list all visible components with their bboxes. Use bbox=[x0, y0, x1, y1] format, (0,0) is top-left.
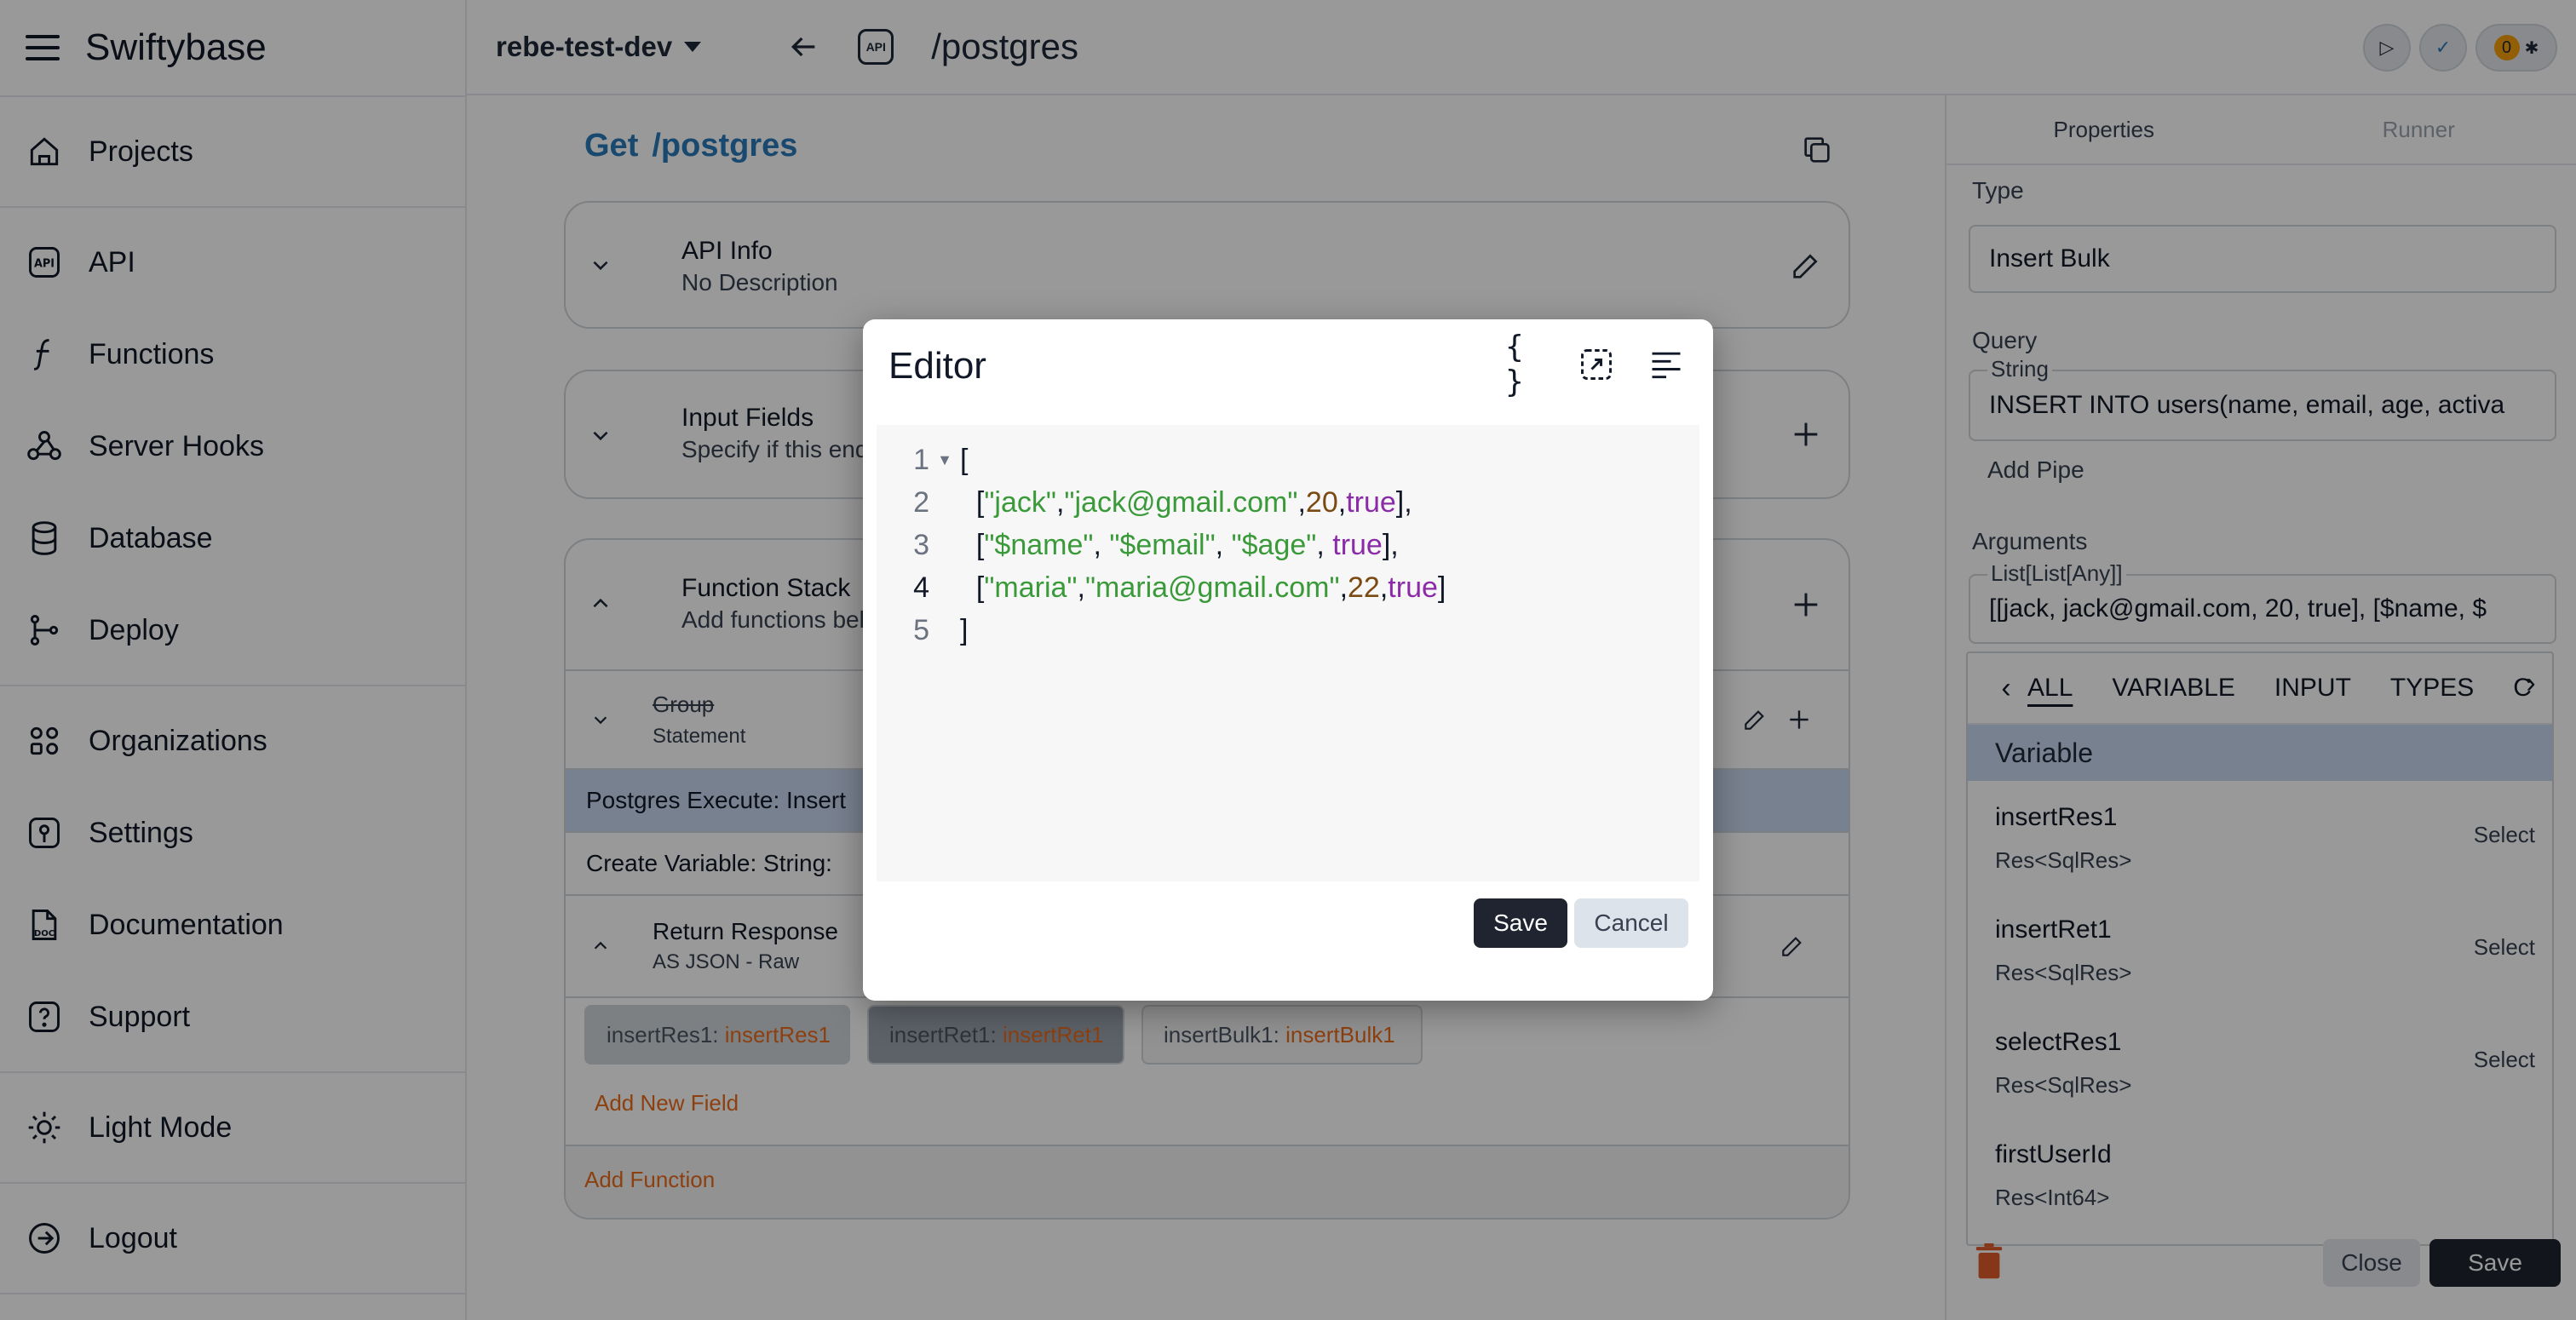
code-line: 5] bbox=[877, 609, 1699, 651]
fold-icon[interactable]: ▼ bbox=[929, 451, 960, 469]
line-number: 2 bbox=[913, 485, 929, 519]
braces-icon[interactable]: { } bbox=[1505, 330, 1548, 399]
code-text: ] bbox=[960, 613, 969, 646]
code-editor[interactable]: 1 ▼[ 2 ["jack","jack@gmail.com",20,true],… bbox=[877, 425, 1699, 881]
code-line: 2 ["jack","jack@gmail.com",20,true], bbox=[877, 481, 1699, 524]
code-line: 3 ["$name", "$email", "$age", true], bbox=[877, 524, 1699, 566]
code-text: [ bbox=[960, 443, 969, 476]
line-number: 3 bbox=[913, 528, 929, 561]
cancel-button[interactable]: Cancel bbox=[1574, 898, 1688, 948]
code-text: ["maria","maria@gmail.com",22,true] bbox=[960, 571, 1446, 604]
format-icon[interactable] bbox=[1645, 343, 1688, 386]
editor-modal: Editor { } 1 ▼[ 2 ["jack","jack@gmail.com… bbox=[863, 319, 1713, 1001]
code-text: ["jack","jack@gmail.com",20,true], bbox=[960, 485, 1412, 519]
code-line: 1 ▼[ bbox=[877, 439, 1699, 481]
code-text: ["$name", "$email", "$age", true], bbox=[960, 528, 1399, 561]
line-number: 5 bbox=[913, 613, 929, 646]
editor-toolbar: { } bbox=[1505, 330, 1688, 399]
line-number: 1 bbox=[913, 443, 929, 476]
code-line: 4 ["maria","maria@gmail.com",22,true] bbox=[877, 566, 1699, 609]
save-button[interactable]: Save bbox=[1474, 898, 1567, 948]
line-number: 4 bbox=[913, 571, 929, 604]
expand-icon[interactable] bbox=[1575, 343, 1618, 386]
modal-title: Editor bbox=[888, 345, 986, 387]
